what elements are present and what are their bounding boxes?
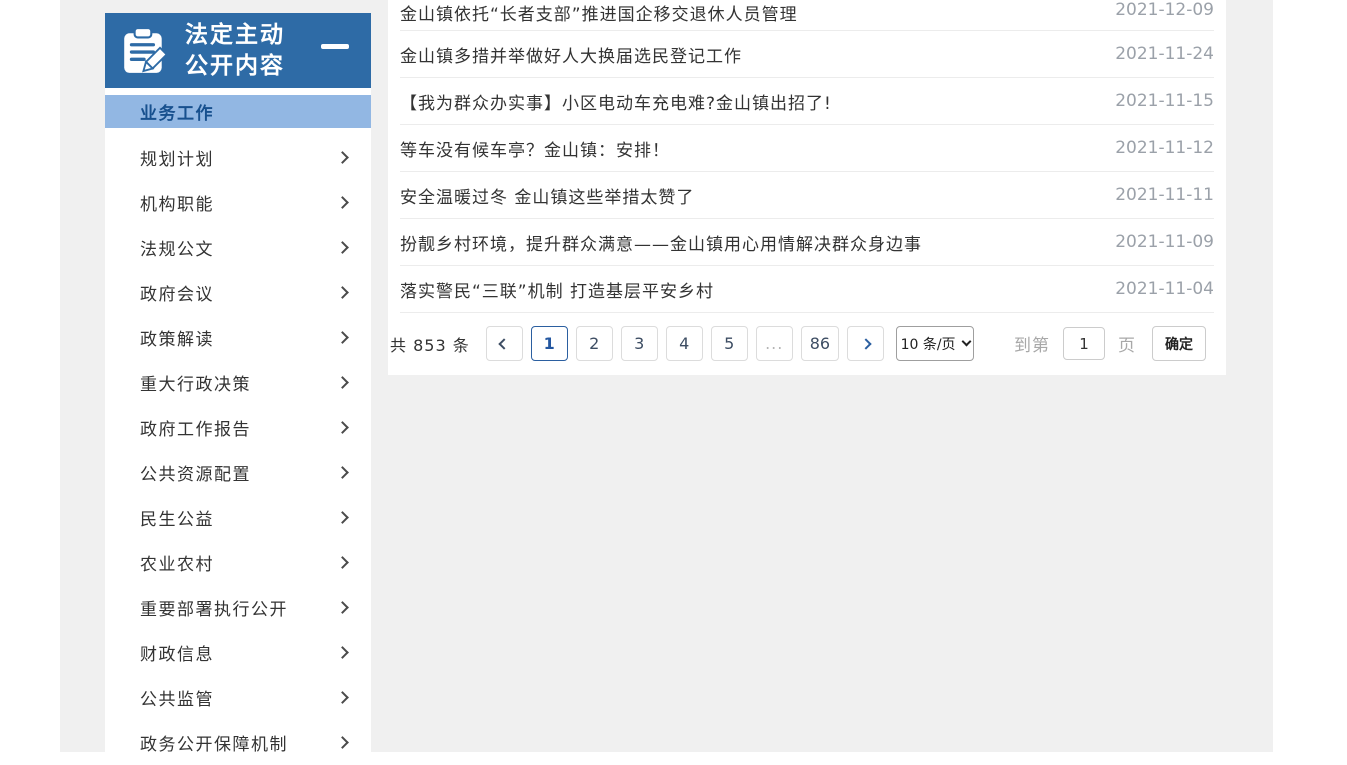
chevron-right-icon bbox=[336, 691, 349, 704]
prev-page-button[interactable] bbox=[486, 326, 523, 361]
sidebar-item[interactable]: 机构职能 bbox=[105, 180, 371, 225]
page-button-86[interactable]: 86 bbox=[801, 326, 839, 361]
sidebar-item[interactable]: 政策解读 bbox=[105, 315, 371, 360]
sidebar-item[interactable]: 财政信息 bbox=[105, 630, 371, 675]
sidebar-item-label: 业务工作 bbox=[140, 99, 214, 124]
news-panel: 金山镇依托“长者支部”推进国企移交退休人员管理 2021-12-09 金山镇多措… bbox=[388, 0, 1226, 375]
sidebar-item-label: 政府工作报告 bbox=[140, 415, 251, 440]
news-title[interactable]: 落实警民“三联”机制 打造基层平安乡村 bbox=[400, 277, 714, 302]
sidebar-item-label: 重大行政决策 bbox=[140, 370, 251, 395]
goto-page-group: 到第 页 确定 bbox=[1014, 326, 1206, 361]
news-date: 2021-11-12 bbox=[1115, 138, 1214, 158]
sidebar-item-label: 农业农村 bbox=[140, 550, 214, 575]
news-row[interactable]: 【我为群众办实事】小区电动车充电难?金山镇出招了! 2021-11-15 bbox=[400, 78, 1214, 125]
news-row[interactable]: 金山镇依托“长者支部”推进国企移交退休人员管理 2021-12-09 bbox=[400, 0, 1214, 31]
chevron-right-icon bbox=[336, 196, 349, 209]
page-size-select[interactable]: 10 条/页 bbox=[896, 326, 974, 361]
sidebar-item-label: 政务公开保障机制 bbox=[140, 730, 288, 755]
sidebar-item[interactable]: 政府会议 bbox=[105, 270, 371, 315]
chevron-down-icon bbox=[961, 337, 971, 347]
sidebar-item[interactable]: 政府工作报告 bbox=[105, 405, 371, 450]
news-date: 2021-11-04 bbox=[1115, 279, 1214, 299]
news-date: 2021-11-24 bbox=[1115, 44, 1214, 64]
chevron-right-icon bbox=[336, 646, 349, 659]
chevron-right-icon bbox=[336, 511, 349, 524]
sidebar-item-label: 公共监管 bbox=[140, 685, 214, 710]
sidebar-menu: 规划计划 机构职能 法规公文 政府会议 政策解读 重大行政决策 政府工作报告 bbox=[105, 128, 371, 765]
chevron-right-icon bbox=[336, 151, 349, 164]
news-title[interactable]: 扮靓乡村环境，提升群众满意——金山镇用心用情解决群众身边事 bbox=[400, 230, 922, 255]
sidebar-item[interactable]: 规划计划 bbox=[105, 135, 371, 180]
chevron-right-icon bbox=[336, 601, 349, 614]
next-page-button[interactable] bbox=[847, 326, 884, 361]
sidebar-item[interactable]: 法规公文 bbox=[105, 225, 371, 270]
sidebar-item-label: 政策解读 bbox=[140, 325, 214, 350]
sidebar-item[interactable]: 重大行政决策 bbox=[105, 360, 371, 405]
sidebar-item[interactable]: 农业农村 bbox=[105, 540, 371, 585]
page-button-4[interactable]: 4 bbox=[666, 326, 703, 361]
chevron-right-icon bbox=[336, 286, 349, 299]
sidebar-item-label: 政府会议 bbox=[140, 280, 214, 305]
news-row[interactable]: 金山镇多措并举做好人大换届选民登记工作 2021-11-24 bbox=[400, 31, 1214, 78]
news-title[interactable]: 等车没有候车亭？金山镇：安排！ bbox=[400, 136, 670, 161]
sidebar-title-line1: 法定主动 bbox=[185, 20, 285, 51]
chevron-right-icon bbox=[336, 376, 349, 389]
news-date: 2021-11-15 bbox=[1115, 91, 1214, 111]
chevron-left-icon bbox=[499, 338, 510, 349]
sidebar-item-label: 法规公文 bbox=[140, 235, 214, 260]
news-title[interactable]: 【我为群众办实事】小区电动车充电难?金山镇出招了! bbox=[400, 89, 832, 114]
sidebar-item[interactable]: 公共监管 bbox=[105, 675, 371, 720]
sidebar-header: 法定主动 公开内容 bbox=[105, 13, 371, 88]
news-row[interactable]: 落实警民“三联”机制 打造基层平安乡村 2021-11-04 bbox=[400, 266, 1214, 313]
news-title[interactable]: 金山镇依托“长者支部”推进国企移交退休人员管理 bbox=[400, 0, 798, 25]
goto-suffix-label: 页 bbox=[1118, 331, 1136, 356]
pagination-bar: 共 853 条 1 2 3 4 5 ... 86 10 条/页 到第 页 确定 bbox=[388, 313, 1226, 374]
confirm-button[interactable]: 确定 bbox=[1152, 326, 1206, 361]
news-row[interactable]: 安全温暖过冬 金山镇这些举措太赞了 2021-11-11 bbox=[400, 172, 1214, 219]
goto-prefix-label: 到第 bbox=[1014, 331, 1050, 356]
page-ellipsis[interactable]: ... bbox=[756, 326, 793, 361]
chevron-right-icon bbox=[860, 338, 871, 349]
news-title[interactable]: 金山镇多措并举做好人大换届选民登记工作 bbox=[400, 42, 742, 67]
sidebar: 法定主动 公开内容 业务工作 规划计划 机构职能 法规公文 政府会议 政策解读 bbox=[105, 13, 371, 752]
page-button-5[interactable]: 5 bbox=[711, 326, 748, 361]
sidebar-item-active[interactable]: 业务工作 bbox=[105, 95, 371, 128]
collapse-minus-icon[interactable] bbox=[321, 44, 349, 49]
chevron-right-icon bbox=[336, 466, 349, 479]
pagination-total: 共 853 条 bbox=[390, 332, 470, 356]
clipboard-pencil-icon bbox=[119, 25, 169, 77]
page-button-3[interactable]: 3 bbox=[621, 326, 658, 361]
sidebar-item-label: 财政信息 bbox=[140, 640, 214, 665]
page-size-value: 10 条/页 bbox=[901, 334, 956, 354]
news-title[interactable]: 安全温暖过冬 金山镇这些举措太赞了 bbox=[400, 183, 694, 208]
chevron-right-icon bbox=[336, 241, 349, 254]
news-date: 2021-12-09 bbox=[1115, 0, 1214, 20]
news-date: 2021-11-09 bbox=[1115, 232, 1214, 252]
sidebar-item[interactable]: 公共资源配置 bbox=[105, 450, 371, 495]
news-date: 2021-11-11 bbox=[1115, 185, 1214, 205]
page-button-2[interactable]: 2 bbox=[576, 326, 613, 361]
news-row[interactable]: 等车没有候车亭？金山镇：安排！ 2021-11-12 bbox=[400, 125, 1214, 172]
sidebar-item[interactable]: 重要部署执行公开 bbox=[105, 585, 371, 630]
sidebar-item-label: 重要部署执行公开 bbox=[140, 595, 288, 620]
sidebar-item-label: 民生公益 bbox=[140, 505, 214, 530]
chevron-right-icon bbox=[336, 331, 349, 344]
news-list: 金山镇依托“长者支部”推进国企移交退休人员管理 2021-12-09 金山镇多措… bbox=[388, 0, 1226, 313]
page-button-1[interactable]: 1 bbox=[531, 326, 568, 361]
sidebar-item-label: 机构职能 bbox=[140, 190, 214, 215]
sidebar-title-line2: 公开内容 bbox=[185, 51, 285, 82]
sidebar-item[interactable]: 政务公开保障机制 bbox=[105, 720, 371, 765]
goto-page-input[interactable] bbox=[1063, 327, 1105, 360]
chevron-right-icon bbox=[336, 736, 349, 749]
news-row[interactable]: 扮靓乡村环境，提升群众满意——金山镇用心用情解决群众身边事 2021-11-09 bbox=[400, 219, 1214, 266]
sidebar-item[interactable]: 民生公益 bbox=[105, 495, 371, 540]
chevron-right-icon bbox=[336, 556, 349, 569]
chevron-right-icon bbox=[336, 421, 349, 434]
sidebar-title: 法定主动 公开内容 bbox=[185, 20, 285, 82]
sidebar-item-label: 规划计划 bbox=[140, 145, 214, 170]
sidebar-item-label: 公共资源配置 bbox=[140, 460, 251, 485]
